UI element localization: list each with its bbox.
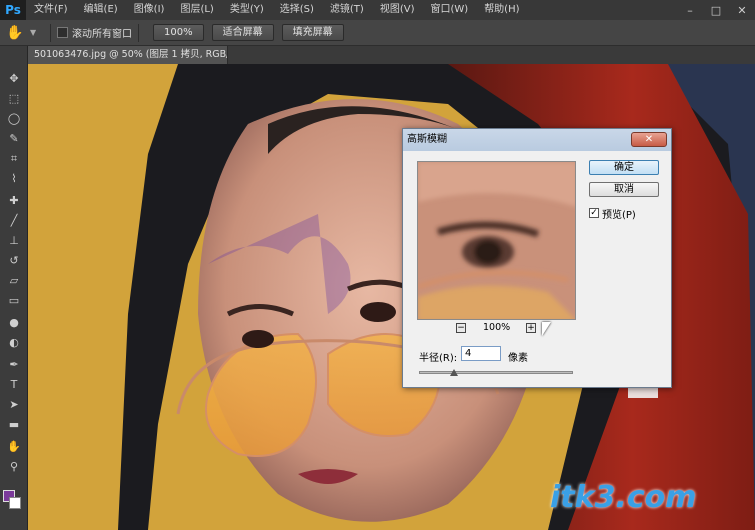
zoom-in-icon[interactable]: + [526,323,536,333]
document-tab[interactable]: 501063476.jpg @ 50% (图层 1 拷贝, RGB/8) * × [28,46,228,64]
stamp-icon[interactable]: ⊥ [4,232,24,249]
crop-icon[interactable]: ⌗ [4,150,24,167]
maximize-icon[interactable]: □ [703,0,729,20]
fill-screen-button[interactable]: 填充屏幕 [281,24,344,41]
blur-preview-image [418,162,575,319]
scroll-all-windows-label: 滚动所有窗口 [72,29,132,40]
fit-screen-button[interactable]: 适合屏幕 [211,24,274,41]
background-color-swatch[interactable] [9,497,21,509]
quick-select-icon[interactable]: ✎ [4,130,24,147]
marquee-icon[interactable]: ⬚ [4,90,24,107]
document-tab-bar: 501063476.jpg @ 50% (图层 1 拷贝, RGB/8) * × [28,46,755,64]
hand-icon[interactable]: ✋ [4,438,24,455]
hand-tool-icon[interactable]: ✋ [0,25,30,41]
zoom-100-button[interactable]: 100% [153,24,204,41]
menu-help[interactable]: 帮助(H) [476,0,527,20]
brush-icon[interactable]: ╱ [4,212,24,229]
radius-unit-label: 像素 [508,353,528,364]
cancel-button[interactable]: 取消 [589,182,659,197]
type-icon[interactable]: T [4,376,24,393]
gaussian-blur-dialog: 高斯模糊 ✕ 确定 取消 ✓ 预览(P) − 100% + 半径(R): 4 像… [402,128,672,388]
radius-input[interactable]: 4 [461,346,501,361]
photoshop-logo: Ps [0,0,26,20]
menu-image[interactable]: 图像(I) [126,0,173,20]
close-icon[interactable]: ✕ [729,0,755,20]
dialog-close-button[interactable]: ✕ [631,132,667,147]
history-brush-icon[interactable]: ↺ [4,252,24,269]
document-tab-title: 501063476.jpg @ 50% (图层 1 拷贝, RGB/8) * [34,49,228,60]
preview-checkbox[interactable]: ✓ [589,208,599,218]
radius-label: 半径(R): [419,353,458,364]
menu-select[interactable]: 选择(S) [272,0,322,20]
menu-type[interactable]: 类型(Y) [222,0,272,20]
options-bar: ✋ ▼ 滚动所有窗口 100% 适合屏幕 填充屏幕 [0,20,755,46]
eyedropper-icon[interactable]: ⌇ [4,170,24,187]
window-controls: – □ ✕ [677,0,755,20]
radius-slider-track[interactable] [419,371,573,374]
path-select-icon[interactable]: ➤ [4,396,24,413]
menu-file[interactable]: 文件(F) [26,0,76,20]
pen-icon[interactable]: ✒ [4,356,24,373]
mouse-cursor-icon [542,322,551,336]
menu-window[interactable]: 窗口(W) [422,0,476,20]
menu-edit[interactable]: 编辑(E) [76,0,126,20]
preview-label: 预览(P) [602,210,636,221]
lasso-icon[interactable]: ◯ [4,110,24,127]
healing-icon[interactable]: ✚ [4,192,24,209]
minimize-icon[interactable]: – [677,0,703,20]
scroll-all-windows-checkbox[interactable] [57,27,68,38]
ok-button[interactable]: 确定 [589,160,659,175]
eraser-icon[interactable]: ▱ [4,272,24,289]
gradient-icon[interactable]: ▭ [4,292,24,309]
tool-preset-dropdown-icon[interactable]: ▼ [30,28,44,37]
zoom-out-icon[interactable]: − [456,323,466,333]
menu-view[interactable]: 视图(V) [372,0,423,20]
blur-preview-window[interactable] [417,161,576,320]
tools-panel: ✥ ⬚ ◯ ✎ ⌗ ⌇ ✚ ╱ ⊥ ↺ ▱ ▭ ● ◐ ✒ T ➤ ▬ ✋ ⚲ [0,46,28,530]
dodge-icon[interactable]: ◐ [4,334,24,351]
menu-layer[interactable]: 图层(L) [172,0,221,20]
divider [50,23,51,42]
menu-filter[interactable]: 滤镜(T) [322,0,372,20]
watermark-logo: itk3.com [550,480,697,515]
blur-icon[interactable]: ● [4,314,24,331]
menu-bar: Ps 文件(F) 编辑(E) 图像(I) 图层(L) 类型(Y) 选择(S) 滤… [0,0,755,20]
preview-zoom-value: 100% [483,322,511,333]
move-icon[interactable]: ✥ [4,70,24,87]
divider [138,23,139,42]
shape-icon[interactable]: ▬ [4,416,24,433]
zoom-icon[interactable]: ⚲ [4,458,24,475]
radius-slider-thumb[interactable] [450,369,458,376]
